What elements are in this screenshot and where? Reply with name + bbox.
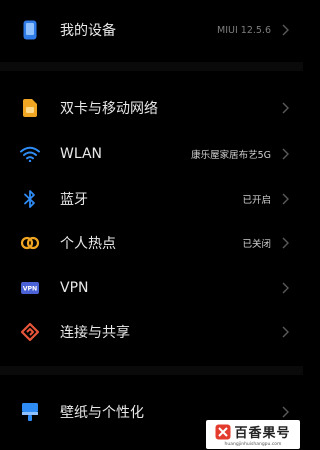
bluetooth-row[interactable]: 蓝牙 已开启 <box>0 179 303 219</box>
wallpaper-label: 壁纸与个性化 <box>60 405 144 421</box>
vpn-label: VPN <box>60 280 89 296</box>
watermark-icon <box>215 424 231 439</box>
hotspot-icon <box>19 232 41 254</box>
connection-share-icon <box>19 321 41 343</box>
bluetooth-icon <box>19 188 41 210</box>
chevron-right-icon <box>282 406 289 418</box>
vpn-row[interactable]: VPN VPN <box>0 268 303 308</box>
watermark-title: 百香果号 <box>234 426 291 441</box>
chevron-right-icon <box>282 102 289 114</box>
chevron-right-icon <box>282 148 289 160</box>
connection-sharing-label: 连接与共享 <box>60 325 130 341</box>
personal-hotspot-row[interactable]: 个人热点 已关闭 <box>0 223 303 263</box>
chevron-right-icon <box>282 326 289 338</box>
vpn-icon: VPN <box>19 277 41 299</box>
chevron-right-icon <box>282 24 289 36</box>
bluetooth-label: 蓝牙 <box>60 192 88 208</box>
wlan-network-name: 康乐屋家居布艺5G <box>191 150 271 161</box>
section-separator <box>0 366 303 375</box>
miui-version: MIUI 12.5.6 <box>217 24 271 36</box>
chevron-right-icon <box>282 237 289 249</box>
wifi-icon <box>19 143 41 165</box>
hotspot-status: 已关闭 <box>242 239 271 250</box>
connection-sharing-row[interactable]: 连接与共享 <box>0 312 303 352</box>
section-separator <box>0 62 303 71</box>
chevron-right-icon <box>282 193 289 205</box>
my-device-row[interactable]: 我的设备 MIUI 12.5.6 <box>0 10 303 50</box>
my-device-label: 我的设备 <box>60 23 116 39</box>
wlan-label: WLAN <box>60 146 103 162</box>
dual-sim-label: 双卡与移动网络 <box>60 101 158 117</box>
phone-icon <box>19 19 41 41</box>
wallpaper-icon <box>19 401 41 423</box>
settings-screen: 我的设备 MIUI 12.5.6 双卡与移动网络 WLAN 康乐屋家居布艺5G <box>0 0 303 450</box>
sim-card-icon <box>19 97 41 119</box>
watermark-logo: 百香果号 huangjinhuishangpu.com <box>206 420 300 449</box>
watermark-url: huangjinhuishangpu.com <box>224 442 282 447</box>
hotspot-label: 个人热点 <box>60 236 116 252</box>
wlan-row[interactable]: WLAN 康乐屋家居布艺5G <box>0 134 303 174</box>
bluetooth-status: 已开启 <box>242 195 271 206</box>
dual-sim-mobile-network-row[interactable]: 双卡与移动网络 <box>0 88 303 128</box>
vpn-badge-text: VPN <box>23 286 38 293</box>
chevron-right-icon <box>282 282 289 294</box>
